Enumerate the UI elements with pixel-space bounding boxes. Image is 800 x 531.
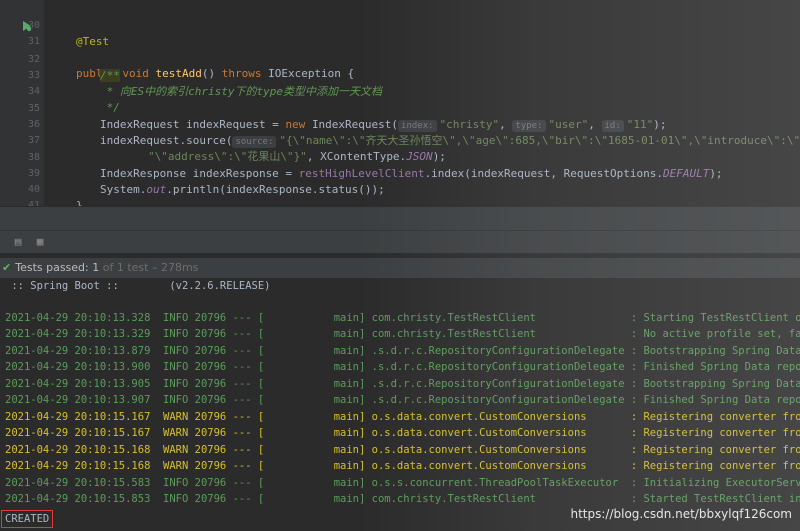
code-line-31: 31 public void testAdd() throws IOExcept… [0, 18, 800, 80]
log-line: 2021-04-29 20:10:13.329 INFO 20796 --- [… [5, 328, 800, 340]
passed-count: 1 [92, 261, 100, 274]
code-line-32: 32 /** [0, 36, 800, 82]
code-line-40: 40 } [0, 166, 800, 206]
log-line: 2021-04-29 20:10:13.879 INFO 20796 --- [… [5, 345, 800, 357]
layout-icon[interactable]: ▤ [12, 236, 24, 248]
run-toolbar: ▤ ▦ [0, 230, 800, 253]
log-line: 2021-04-29 20:10:15.168 WARN 20796 --- [… [5, 444, 800, 456]
log-line: 2021-04-29 20:10:15.167 WARN 20796 --- [… [5, 427, 800, 439]
log-line: 2021-04-29 20:10:13.900 INFO 20796 --- [… [5, 361, 800, 373]
test-status-bar: ✔ Tests passed: 1 of 1 test – 278ms [0, 258, 800, 278]
tests-passed-label: Tests passed: [15, 261, 89, 274]
panel-splitter[interactable] [0, 206, 800, 231]
code-line-38: 38 IndexResponse indexResponse = restHig… [0, 134, 800, 180]
code-line-37: 37 "\"address\":\"花果山\"}", XContentType.… [0, 117, 800, 163]
created-status-output: CREATED [1, 510, 54, 528]
run-test-icon[interactable] [22, 20, 32, 32]
spring-banner: :: Spring Boot :: (v2.2.6.RELEASE) [5, 280, 271, 292]
line-number: 41 [27, 200, 40, 206]
log-line: 2021-04-29 20:10:13.905 INFO 20796 --- [… [5, 378, 800, 390]
code-line-41: 41 } [0, 182, 800, 206]
log-line: 2021-04-29 20:10:15.583 INFO 20796 --- [… [5, 477, 800, 489]
watermark: https://blog.csdn.net/bbxylqf126com [570, 507, 792, 521]
check-icon: ✔ [2, 261, 12, 274]
code-line-39: 39 System.out.println(indexResponse.stat… [0, 150, 800, 196]
code-line-30: 30 @Test [0, 2, 800, 48]
test-duration: – 278ms [151, 261, 199, 274]
log-line: 2021-04-29 20:10:15.168 WARN 20796 --- [… [5, 460, 800, 472]
code-line-33: 33 * 向ES中的索引christy下的type类型中添加一天文档 [0, 52, 800, 98]
log-line: 2021-04-29 20:10:15.167 WARN 20796 --- [… [5, 411, 800, 423]
grid-icon[interactable]: ▦ [34, 236, 46, 248]
code-editor[interactable]: 30 @Test 31 public void testAdd() throws… [0, 0, 800, 206]
code-line-34: 34 */ [0, 68, 800, 114]
log-line: 2021-04-29 20:10:15.853 INFO 20796 --- [… [5, 493, 800, 505]
code-line-36: 36 indexRequest.source(source: "{\"name\"… [0, 101, 800, 148]
code-line-35: 35 IndexRequest indexRequest = new Index… [0, 85, 800, 132]
log-line: 2021-04-29 20:10:13.907 INFO 20796 --- [… [5, 394, 800, 406]
log-line: 2021-04-29 20:10:13.328 INFO 20796 --- [… [5, 312, 800, 324]
console-output[interactable]: :: Spring Boot :: (v2.2.6.RELEASE) 2021-… [0, 278, 800, 531]
